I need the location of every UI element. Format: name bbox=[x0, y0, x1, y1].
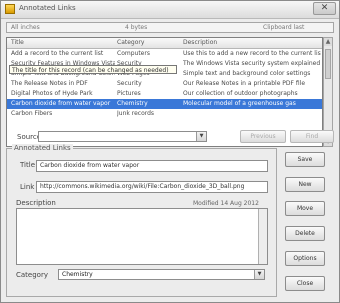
table-row[interactable]: Add a record to the current list Computer… bbox=[7, 49, 322, 59]
status-bar: All inches 4 bytes Clipboard last bbox=[6, 22, 334, 33]
table-row[interactable]: Digital Photos of Hyde Park Pictures Our c… bbox=[7, 89, 322, 99]
table-cell: Pictures bbox=[117, 90, 141, 97]
modified-date: Modified 14 Aug 2012 bbox=[193, 200, 259, 207]
category-label: Category bbox=[16, 271, 48, 279]
window-title: Annotated Links bbox=[19, 4, 76, 12]
table-row[interactable]: Carbon Fibers Junk records bbox=[7, 109, 322, 119]
link-label: Link bbox=[20, 183, 35, 191]
column-header-description[interactable]: Description bbox=[183, 39, 217, 46]
table-cell: Digital Photos of Hyde Park bbox=[11, 90, 93, 97]
description-label: Description bbox=[16, 199, 56, 207]
title-label: Title bbox=[20, 161, 36, 169]
table-cell: Our Release Notes in a printable PDF fil… bbox=[183, 80, 306, 87]
description-scrollbar[interactable] bbox=[258, 209, 267, 264]
status-middle: 4 bytes bbox=[125, 24, 148, 31]
scroll-up-icon[interactable]: ▲ bbox=[324, 38, 332, 46]
table-row[interactable]: Carbon dioxide from water vapor Chemistry… bbox=[7, 99, 322, 109]
table-cell: Junk records bbox=[117, 110, 155, 117]
table-cell: Security bbox=[117, 80, 142, 87]
table-cell: The Windows Vista security system explai… bbox=[183, 60, 321, 67]
table-cell: Carbon Fibers bbox=[11, 110, 53, 117]
status-left: All inches bbox=[11, 24, 40, 31]
table-cell: Add a record to the current list bbox=[11, 50, 104, 57]
table-header: Title Category Description bbox=[7, 38, 322, 49]
status-right: Clipboard last bbox=[263, 24, 305, 31]
group-legend: Annotated Links bbox=[12, 144, 73, 152]
column-header-title[interactable]: Title bbox=[11, 39, 24, 46]
source-dropdown-icon[interactable]: ▼ bbox=[196, 132, 206, 141]
table-cell: Computers bbox=[117, 50, 150, 57]
title-bar: Annotated Links ✕ bbox=[1, 1, 339, 19]
table-cell: Simple text and background color setting… bbox=[183, 70, 311, 77]
table-cell: Carbon dioxide from water vapor bbox=[11, 100, 111, 107]
column-header-category[interactable]: Category bbox=[117, 39, 144, 46]
table-cell: Molecular model of a greenhouse gas bbox=[183, 100, 296, 107]
app-icon bbox=[5, 4, 15, 14]
new-button[interactable]: New bbox=[285, 177, 325, 192]
source-select[interactable]: ▼ bbox=[38, 131, 207, 142]
link-field[interactable]: http://commons.wikimedia.org/wiki/File:C… bbox=[36, 181, 268, 193]
find-button[interactable]: Find bbox=[290, 130, 334, 143]
save-button[interactable]: Save bbox=[285, 152, 325, 167]
description-field[interactable] bbox=[16, 208, 268, 265]
options-button[interactable]: Options bbox=[285, 251, 325, 266]
delete-button[interactable]: Delete bbox=[285, 226, 325, 241]
table-cell: Our collection of outdoor photographs bbox=[183, 90, 298, 97]
close-icon[interactable]: ✕ bbox=[313, 2, 336, 15]
move-button[interactable]: Move bbox=[285, 201, 325, 216]
table-row[interactable]: The Release Notes in PDF Security Our Rele… bbox=[7, 79, 322, 89]
table-cell: The Release Notes in PDF bbox=[11, 80, 88, 87]
title-field[interactable]: Carbon dioxide from water vapor bbox=[36, 160, 268, 172]
category-select[interactable]: Chemistry ▼ bbox=[58, 269, 265, 280]
table-cell: Chemistry bbox=[117, 100, 148, 107]
category-dropdown-icon[interactable]: ▼ bbox=[254, 270, 264, 279]
previous-button[interactable]: Previous bbox=[240, 130, 286, 143]
table-cell: Use this to add a new record to the curr… bbox=[183, 50, 321, 57]
scroll-thumb[interactable] bbox=[325, 49, 331, 79]
title-tooltip: The title for this record (can be change… bbox=[9, 65, 177, 74]
close-button[interactable]: Close bbox=[285, 276, 325, 291]
